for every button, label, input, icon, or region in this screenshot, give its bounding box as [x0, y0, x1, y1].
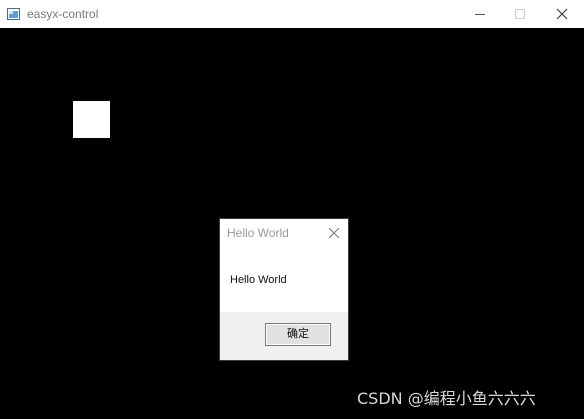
maximize-icon: [515, 9, 525, 19]
close-icon: [556, 8, 568, 20]
ok-button[interactable]: 确定: [265, 323, 331, 346]
watermark: CSDN @编程小鱼六六六: [357, 389, 536, 408]
app-window: easyx-control Hello World Hello World 确定…: [0, 0, 584, 419]
minimize-icon: [475, 14, 485, 15]
close-button[interactable]: [540, 0, 584, 28]
title-bar[interactable]: easyx-control: [0, 0, 584, 28]
app-window-icon: [7, 7, 20, 20]
window-title: easyx-control: [27, 7, 99, 21]
message-box-dialog: Hello World Hello World 确定: [220, 219, 348, 360]
message-box-close-button[interactable]: [324, 223, 344, 243]
maximize-button[interactable]: [498, 0, 542, 28]
message-box-text: Hello World: [230, 274, 287, 286]
minimize-button[interactable]: [458, 0, 502, 28]
close-icon: [329, 228, 339, 238]
white-square: [73, 101, 110, 138]
message-box-footer: 确定: [220, 312, 348, 360]
message-box-title: Hello World: [227, 226, 289, 240]
